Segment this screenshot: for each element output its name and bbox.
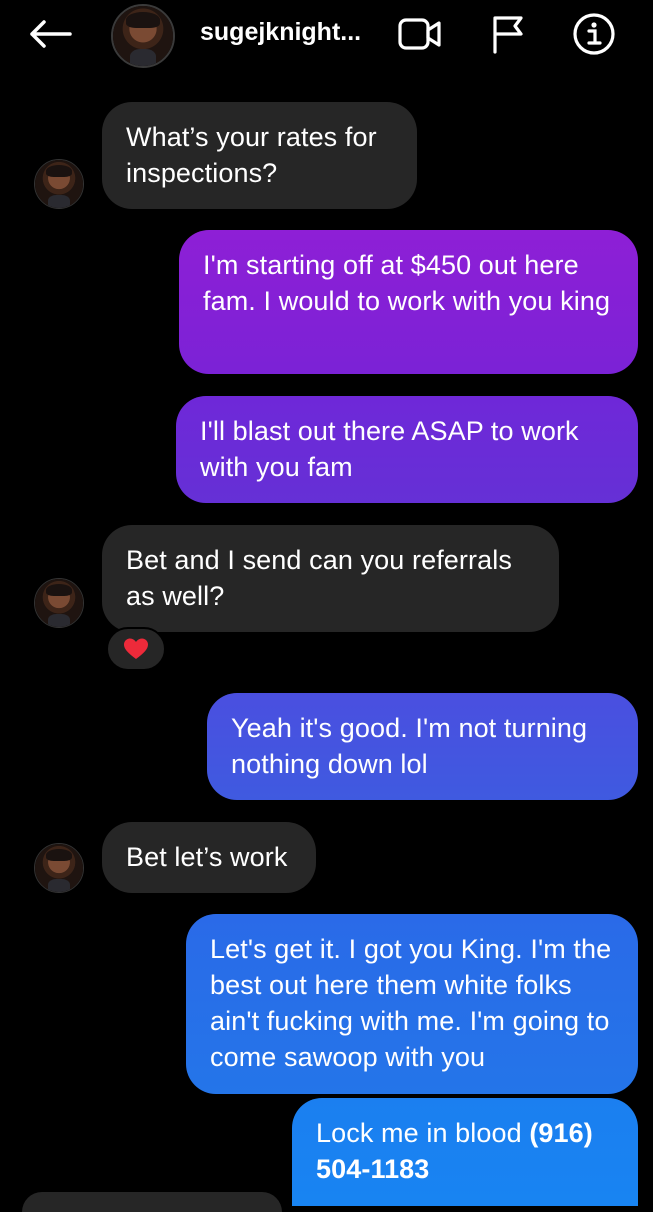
message-bubble-outgoing[interactable]: Lock me in blood (916) 504-1183 bbox=[292, 1098, 638, 1206]
sender-avatar[interactable] bbox=[34, 843, 84, 893]
message-bubble-outgoing[interactable]: I'm starting off at $450 out here fam. I… bbox=[179, 230, 638, 374]
heart-icon bbox=[124, 638, 148, 659]
back-button[interactable] bbox=[26, 14, 74, 54]
info-icon bbox=[573, 13, 615, 55]
info-button[interactable] bbox=[570, 10, 618, 58]
chat-header: sugejknight... bbox=[0, 0, 653, 72]
arrow-left-icon bbox=[30, 20, 72, 48]
profile-photo bbox=[35, 844, 83, 892]
profile-photo bbox=[35, 160, 83, 208]
heart-reaction[interactable] bbox=[106, 627, 166, 671]
message-bubble-outgoing[interactable]: I'll blast out there ASAP to work with y… bbox=[176, 396, 638, 503]
avatar[interactable] bbox=[111, 4, 175, 68]
profile-photo bbox=[113, 6, 173, 66]
profile-photo bbox=[35, 579, 83, 627]
username[interactable]: sugejknight... bbox=[200, 18, 361, 47]
report-button[interactable] bbox=[484, 10, 532, 58]
message-bubble-incoming[interactable]: Bet and I send can you referrals as well… bbox=[102, 525, 559, 632]
message-text: Lock me in blood bbox=[316, 1118, 530, 1148]
message-bubble-outgoing[interactable]: Yeah it's good. I'm not turning nothing … bbox=[207, 693, 638, 800]
video-call-button[interactable] bbox=[396, 10, 444, 58]
sender-avatar[interactable] bbox=[34, 578, 84, 628]
message-bubble-incoming[interactable]: Bet let’s work bbox=[102, 822, 316, 893]
message-bubble-incoming[interactable]: What’s your rates for inspections? bbox=[102, 102, 417, 209]
sender-avatar[interactable] bbox=[34, 159, 84, 209]
message-bubble-outgoing[interactable]: Let's get it. I got you King. I'm the be… bbox=[186, 914, 638, 1094]
video-camera-icon bbox=[398, 18, 441, 50]
message-composer[interactable] bbox=[22, 1192, 282, 1212]
flag-icon bbox=[493, 16, 523, 54]
